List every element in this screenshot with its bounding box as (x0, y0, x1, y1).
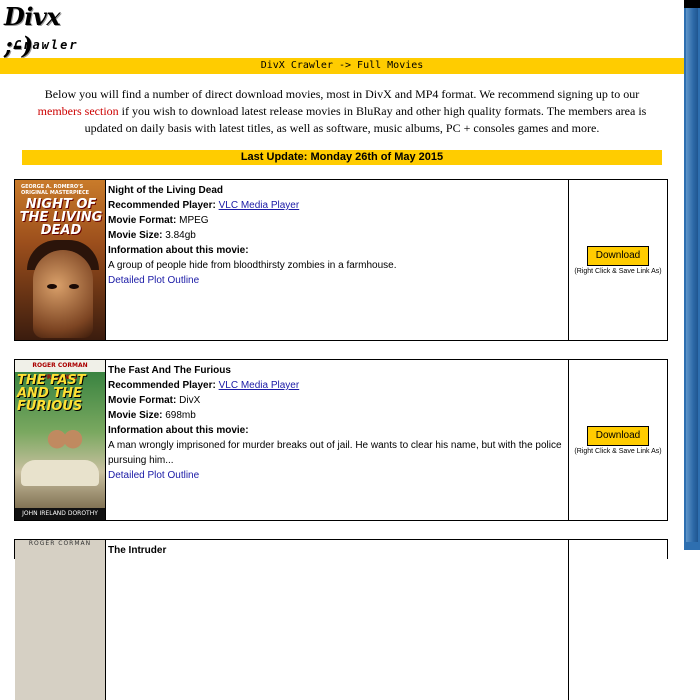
movie-format-row: Movie Format: MPEG (108, 213, 566, 228)
download-cell: Download (Right Click & Save Link As) (569, 180, 667, 340)
download-cell (569, 540, 667, 700)
movie-info: The Intruder (105, 540, 569, 700)
size-value: 3.84gb (165, 230, 196, 241)
poster-car (21, 460, 99, 486)
members-section-link[interactable]: members section (38, 104, 119, 118)
download-button[interactable]: Download (587, 426, 649, 446)
poster-figures (45, 424, 85, 462)
movie-player-row: Recommended Player: VLC Media Player (108, 378, 566, 393)
movie-info: The Fast And The Furious Recommended Pla… (105, 360, 569, 520)
player-label: Recommended Player: (108, 380, 216, 391)
format-value: DivX (179, 395, 201, 406)
movie-title: Night of the Living Dead (108, 185, 223, 196)
section-header-bar: DivX Crawler -> Full Movies (0, 58, 684, 74)
movie-size-row: Movie Size: 698mb (108, 408, 566, 423)
intro-paragraph: Below you will find a number of direct d… (22, 86, 662, 137)
size-label: Movie Size: (108, 410, 163, 421)
format-label: Movie Format: (108, 395, 177, 406)
poster-figure-face (33, 250, 93, 338)
format-value: MPEG (179, 215, 209, 226)
poster-figure-eye (47, 284, 57, 289)
poster-title: THE FAST AND THE FURIOUS (17, 373, 86, 414)
movie-description: A man wrongly imprisoned for murder brea… (108, 440, 562, 466)
movie-poster[interactable]: ROGER CORMAN (15, 540, 105, 700)
download-hint: (Right Click & Save Link As) (574, 448, 662, 455)
movie-info: Night of the Living Dead Recommended Pla… (105, 180, 569, 340)
poster-credits: JOHN IRELAND DOROTHY MALONE (15, 508, 105, 520)
poster-tagline: GEORGE A. ROMERO'S ORIGINAL MASTERPIECE (21, 184, 90, 196)
movie-entry: ROGER CORMAN The Intruder (14, 539, 668, 700)
movie-poster[interactable]: ROGER CORMAN PRESENTS THE FAST AND THE F… (15, 360, 105, 520)
plot-outline-link[interactable]: Detailed Plot Outline (108, 275, 199, 286)
movie-description: A group of people hide from bloodthirsty… (108, 260, 397, 271)
download-button[interactable]: Download (587, 246, 649, 266)
logo-subtitle: Crawler (14, 38, 79, 52)
poster-figure-eye (69, 284, 79, 289)
scrollbar-top (684, 0, 700, 8)
format-label: Movie Format: (108, 215, 177, 226)
movie-entry: GEORGE A. ROMERO'S ORIGINAL MASTERPIECE … (14, 179, 668, 341)
size-label: Movie Size: (108, 230, 163, 241)
movie-poster[interactable]: GEORGE A. ROMERO'S ORIGINAL MASTERPIECE … (15, 180, 105, 340)
poster-title: NIGHT OF THE LIVING DEAD (19, 197, 103, 238)
download-cell: Download (Right Click & Save Link As) (569, 360, 667, 520)
poster-tagline: ROGER CORMAN (28, 540, 92, 547)
intro-text-after: if you wish to download latest release m… (84, 104, 647, 135)
player-link[interactable]: VLC Media Player (219, 380, 300, 391)
player-label: Recommended Player: (108, 200, 216, 211)
size-value: 698mb (165, 410, 196, 421)
info-label: Information about this movie: (108, 425, 249, 436)
player-link[interactable]: VLC Media Player (219, 200, 300, 211)
movie-size-row: Movie Size: 3.84gb (108, 228, 566, 243)
movie-format-row: Movie Format: DivX (108, 393, 566, 408)
movie-player-row: Recommended Player: VLC Media Player (108, 198, 566, 213)
info-label: Information about this movie: (108, 245, 249, 256)
movie-title: The Intruder (108, 545, 167, 556)
download-hint: (Right Click & Save Link As) (574, 268, 662, 275)
page-scrollbar[interactable] (684, 0, 700, 550)
poster-tagline: ROGER CORMAN PRESENTS (15, 360, 105, 381)
site-logo[interactable]: Divx ;-) Crawler (2, 2, 92, 60)
plot-outline-link[interactable]: Detailed Plot Outline (108, 470, 199, 481)
scrollbar-track[interactable] (686, 8, 698, 542)
intro-text-before: Below you will find a number of direct d… (44, 87, 640, 101)
movie-title: The Fast And The Furious (108, 365, 231, 376)
movie-entry: ROGER CORMAN PRESENTS THE FAST AND THE F… (14, 359, 668, 521)
last-update-bar: Last Update: Monday 26th of May 2015 (22, 150, 662, 165)
